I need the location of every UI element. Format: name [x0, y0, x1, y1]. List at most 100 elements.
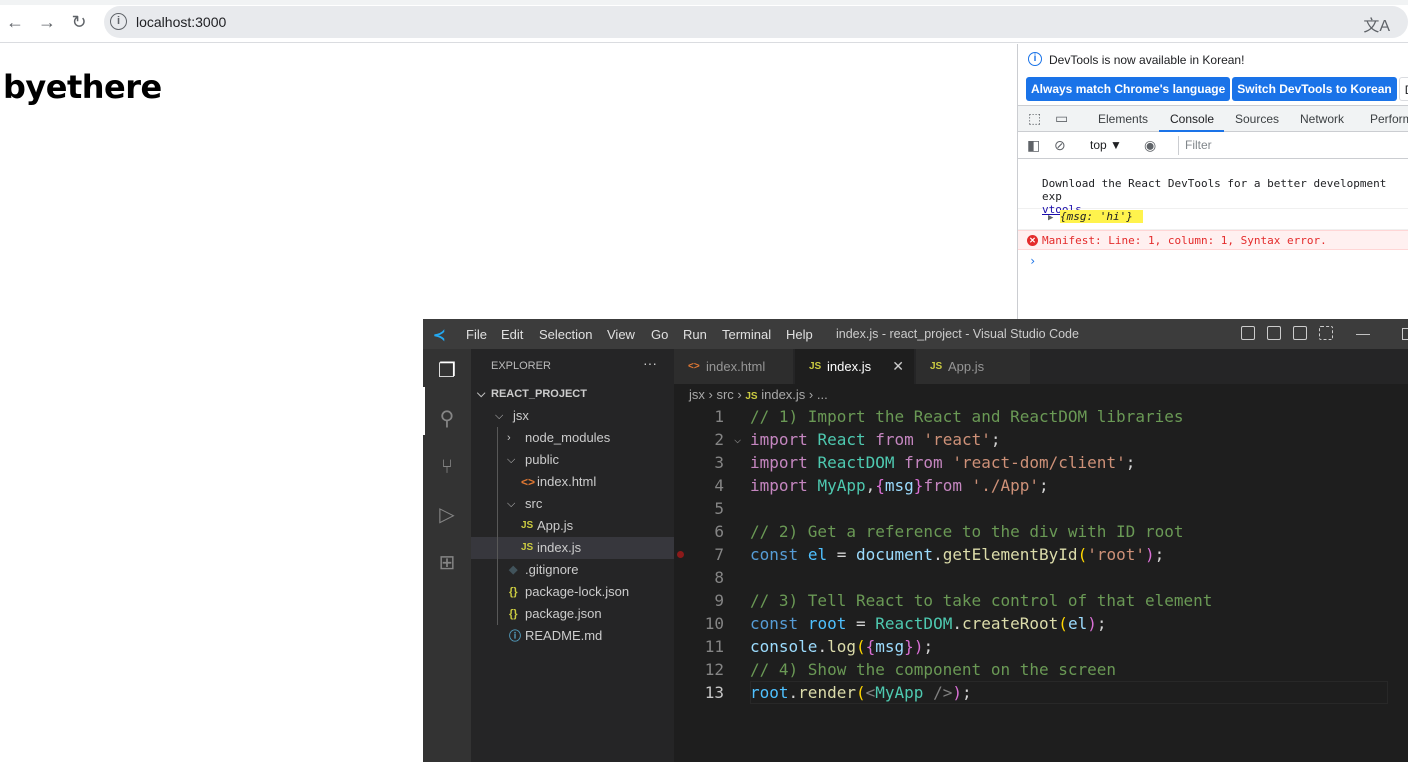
devtools-tab-bar: ⬚ ▭ Elements Console Sources Network Per…	[1018, 105, 1408, 132]
breadcrumb-file[interactable]: index.js	[761, 387, 805, 402]
menu-terminal[interactable]: Terminal	[722, 327, 771, 342]
code-line[interactable]: 9 // 3) Tell React to take control of tha…	[674, 589, 1408, 612]
toggle-secondary-sidebar-icon[interactable]	[1293, 326, 1307, 340]
tab-console[interactable]: Console	[1170, 112, 1214, 126]
tree-item[interactable]: ⌵ public	[471, 449, 674, 471]
explorer-sidebar: EXPLORER ··· ⌵ REACT_PROJECT ⌵ jsx › node_m…	[471, 349, 674, 762]
breadcrumb-src[interactable]: src	[716, 387, 733, 402]
tree-item[interactable]: ⓘ README.md	[471, 625, 674, 647]
code-line[interactable]: 8	[674, 566, 1408, 589]
code-line[interactable]: 1 // 1) Import the React and ReactDOM lib…	[674, 405, 1408, 428]
close-tab-icon[interactable]: ✕	[892, 349, 904, 384]
code-line[interactable]: 6 // 2) Get a reference to the div with I…	[674, 520, 1408, 543]
notice-text: DevTools is now available in Korean!	[1049, 53, 1245, 67]
js-file-icon: JS	[521, 542, 534, 553]
maximize-icon[interactable]	[1402, 328, 1408, 340]
tree-item[interactable]: {} package-lock.json	[471, 581, 674, 603]
breadcrumb-jsx[interactable]: jsx	[689, 387, 705, 402]
site-info-icon[interactable]: i	[110, 13, 127, 30]
tree-item[interactable]: ⌵ src	[471, 493, 674, 515]
reload-icon[interactable]: ↻	[68, 11, 90, 33]
search-icon[interactable]: ⚲	[435, 407, 459, 431]
extensions-icon[interactable]: ⊞	[435, 551, 459, 575]
code-line[interactable]: 13 root.render(<MyApp />);	[674, 681, 1408, 704]
code-line[interactable]: 5	[674, 497, 1408, 520]
context-selector[interactable]: top ▼	[1090, 138, 1122, 152]
line-number: 2	[714, 430, 724, 449]
tab-performance[interactable]: Perform	[1370, 112, 1408, 126]
tab-label: index.html	[706, 359, 766, 374]
tree-item[interactable]: {} package.json	[471, 603, 674, 625]
tab-index-js[interactable]: JS index.js ✕	[795, 349, 915, 384]
inspect-element-icon[interactable]: ⬚	[1028, 110, 1041, 127]
more-actions-icon[interactable]: ···	[643, 355, 657, 371]
tree-item[interactable]: JS App.js	[471, 515, 674, 537]
project-name: REACT_PROJECT	[491, 388, 587, 400]
code-line[interactable]: 7 const el = document.getElementById('roo…	[674, 543, 1408, 566]
expand-arrow-icon[interactable]: ▶	[1048, 213, 1053, 223]
menu-run[interactable]: Run	[683, 327, 707, 342]
code-line[interactable]: 11 console.log({msg});	[674, 635, 1408, 658]
tree-item[interactable]: <> index.html	[471, 471, 674, 493]
toggle-panel-icon[interactable]	[1267, 326, 1281, 340]
clear-console-icon[interactable]: ⊘	[1054, 137, 1066, 154]
console-message-info: Download the React DevTools for a better…	[1018, 177, 1408, 216]
address-bar[interactable]: i localhost:3000 文A	[104, 6, 1408, 38]
activity-bar: ❐ ⚲ ⑂ ▷ ⊞	[423, 349, 471, 762]
tab-elements[interactable]: Elements	[1098, 112, 1148, 126]
explorer-icon[interactable]: ❐	[435, 359, 459, 383]
tree-item[interactable]: JS index.js	[471, 537, 674, 559]
line-number: 5	[714, 499, 724, 518]
code-line[interactable]: 10 const root = ReactDOM.createRoot(el);	[674, 612, 1408, 635]
tab-sources[interactable]: Sources	[1235, 112, 1279, 126]
logged-object[interactable]: {msg: 'hi'}	[1060, 210, 1143, 223]
device-toolbar-icon[interactable]: ▭	[1055, 110, 1068, 127]
console-prompt[interactable]: ›	[1029, 254, 1036, 268]
console-filter-input[interactable]: Filter	[1178, 136, 1408, 155]
match-language-button[interactable]: Always match Chrome's language	[1026, 77, 1231, 101]
tab-network[interactable]: Network	[1300, 112, 1344, 126]
menu-view[interactable]: View	[607, 327, 635, 342]
project-root[interactable]: ⌵ REACT_PROJECT	[471, 383, 674, 405]
live-expression-icon[interactable]: ◉	[1144, 137, 1156, 154]
code-line[interactable]: 3 import ReactDOM from 'react-dom/client'…	[674, 451, 1408, 474]
source-control-icon[interactable]: ⑂	[435, 455, 459, 479]
tree-item[interactable]: ⌵ jsx	[471, 405, 674, 427]
sidebar-toggle-icon[interactable]: ◧	[1027, 137, 1040, 154]
line-number: 13	[704, 683, 724, 702]
active-indicator	[423, 387, 425, 435]
switch-korean-button[interactable]: Switch DevTools to Korean	[1232, 77, 1397, 101]
tree-item[interactable]: ◆ .gitignore	[471, 559, 674, 581]
tab-index-html[interactable]: <> index.html	[674, 349, 794, 384]
code-line[interactable]: ⌵ 2 import React from 'react';	[674, 428, 1408, 451]
fold-chevron-icon[interactable]: ⌵	[734, 428, 741, 451]
menu-go[interactable]: Go	[651, 327, 668, 342]
tree-item-label: index.js	[537, 540, 582, 555]
chevron-down-icon: ⌵	[507, 498, 516, 510]
code-line[interactable]: 12 // 4) Show the component on the screen	[674, 658, 1408, 681]
translate-icon[interactable]: 文A	[1363, 12, 1390, 36]
run-debug-icon[interactable]: ▷	[435, 503, 459, 527]
line-number: 9	[714, 591, 724, 610]
indent-guide	[497, 427, 498, 625]
js-file-icon: JS	[521, 520, 534, 531]
tab-app-js[interactable]: JS App.js	[916, 349, 1031, 384]
toggle-sidebar-icon[interactable]	[1241, 326, 1255, 340]
url-text[interactable]: localhost:3000	[136, 14, 226, 30]
tree-item[interactable]: › node_modules	[471, 427, 674, 449]
customize-layout-icon[interactable]	[1319, 326, 1333, 340]
forward-icon[interactable]: →	[36, 11, 58, 33]
minimize-icon[interactable]: —	[1356, 325, 1370, 341]
menu-edit[interactable]: Edit	[501, 327, 523, 342]
console-message-object[interactable]: ▶ {msg: 'hi'}	[1018, 210, 1408, 230]
tree-item-label: jsx	[513, 408, 529, 423]
back-icon[interactable]: ←	[4, 11, 26, 33]
menu-help[interactable]: Help	[786, 327, 813, 342]
console-message-error: ✕ Manifest: Line: 1, column: 1, Syntax e…	[1018, 230, 1408, 250]
breadcrumb-symbol[interactable]: ...	[817, 387, 828, 402]
menu-selection[interactable]: Selection	[539, 327, 592, 342]
code-line[interactable]: 4 import MyApp,{msg}from './App';	[674, 474, 1408, 497]
menu-file[interactable]: File	[466, 327, 487, 342]
code-text: import MyApp,{msg}from './App';	[750, 476, 1049, 495]
dont-show-button[interactable]: Don't	[1398, 77, 1408, 101]
